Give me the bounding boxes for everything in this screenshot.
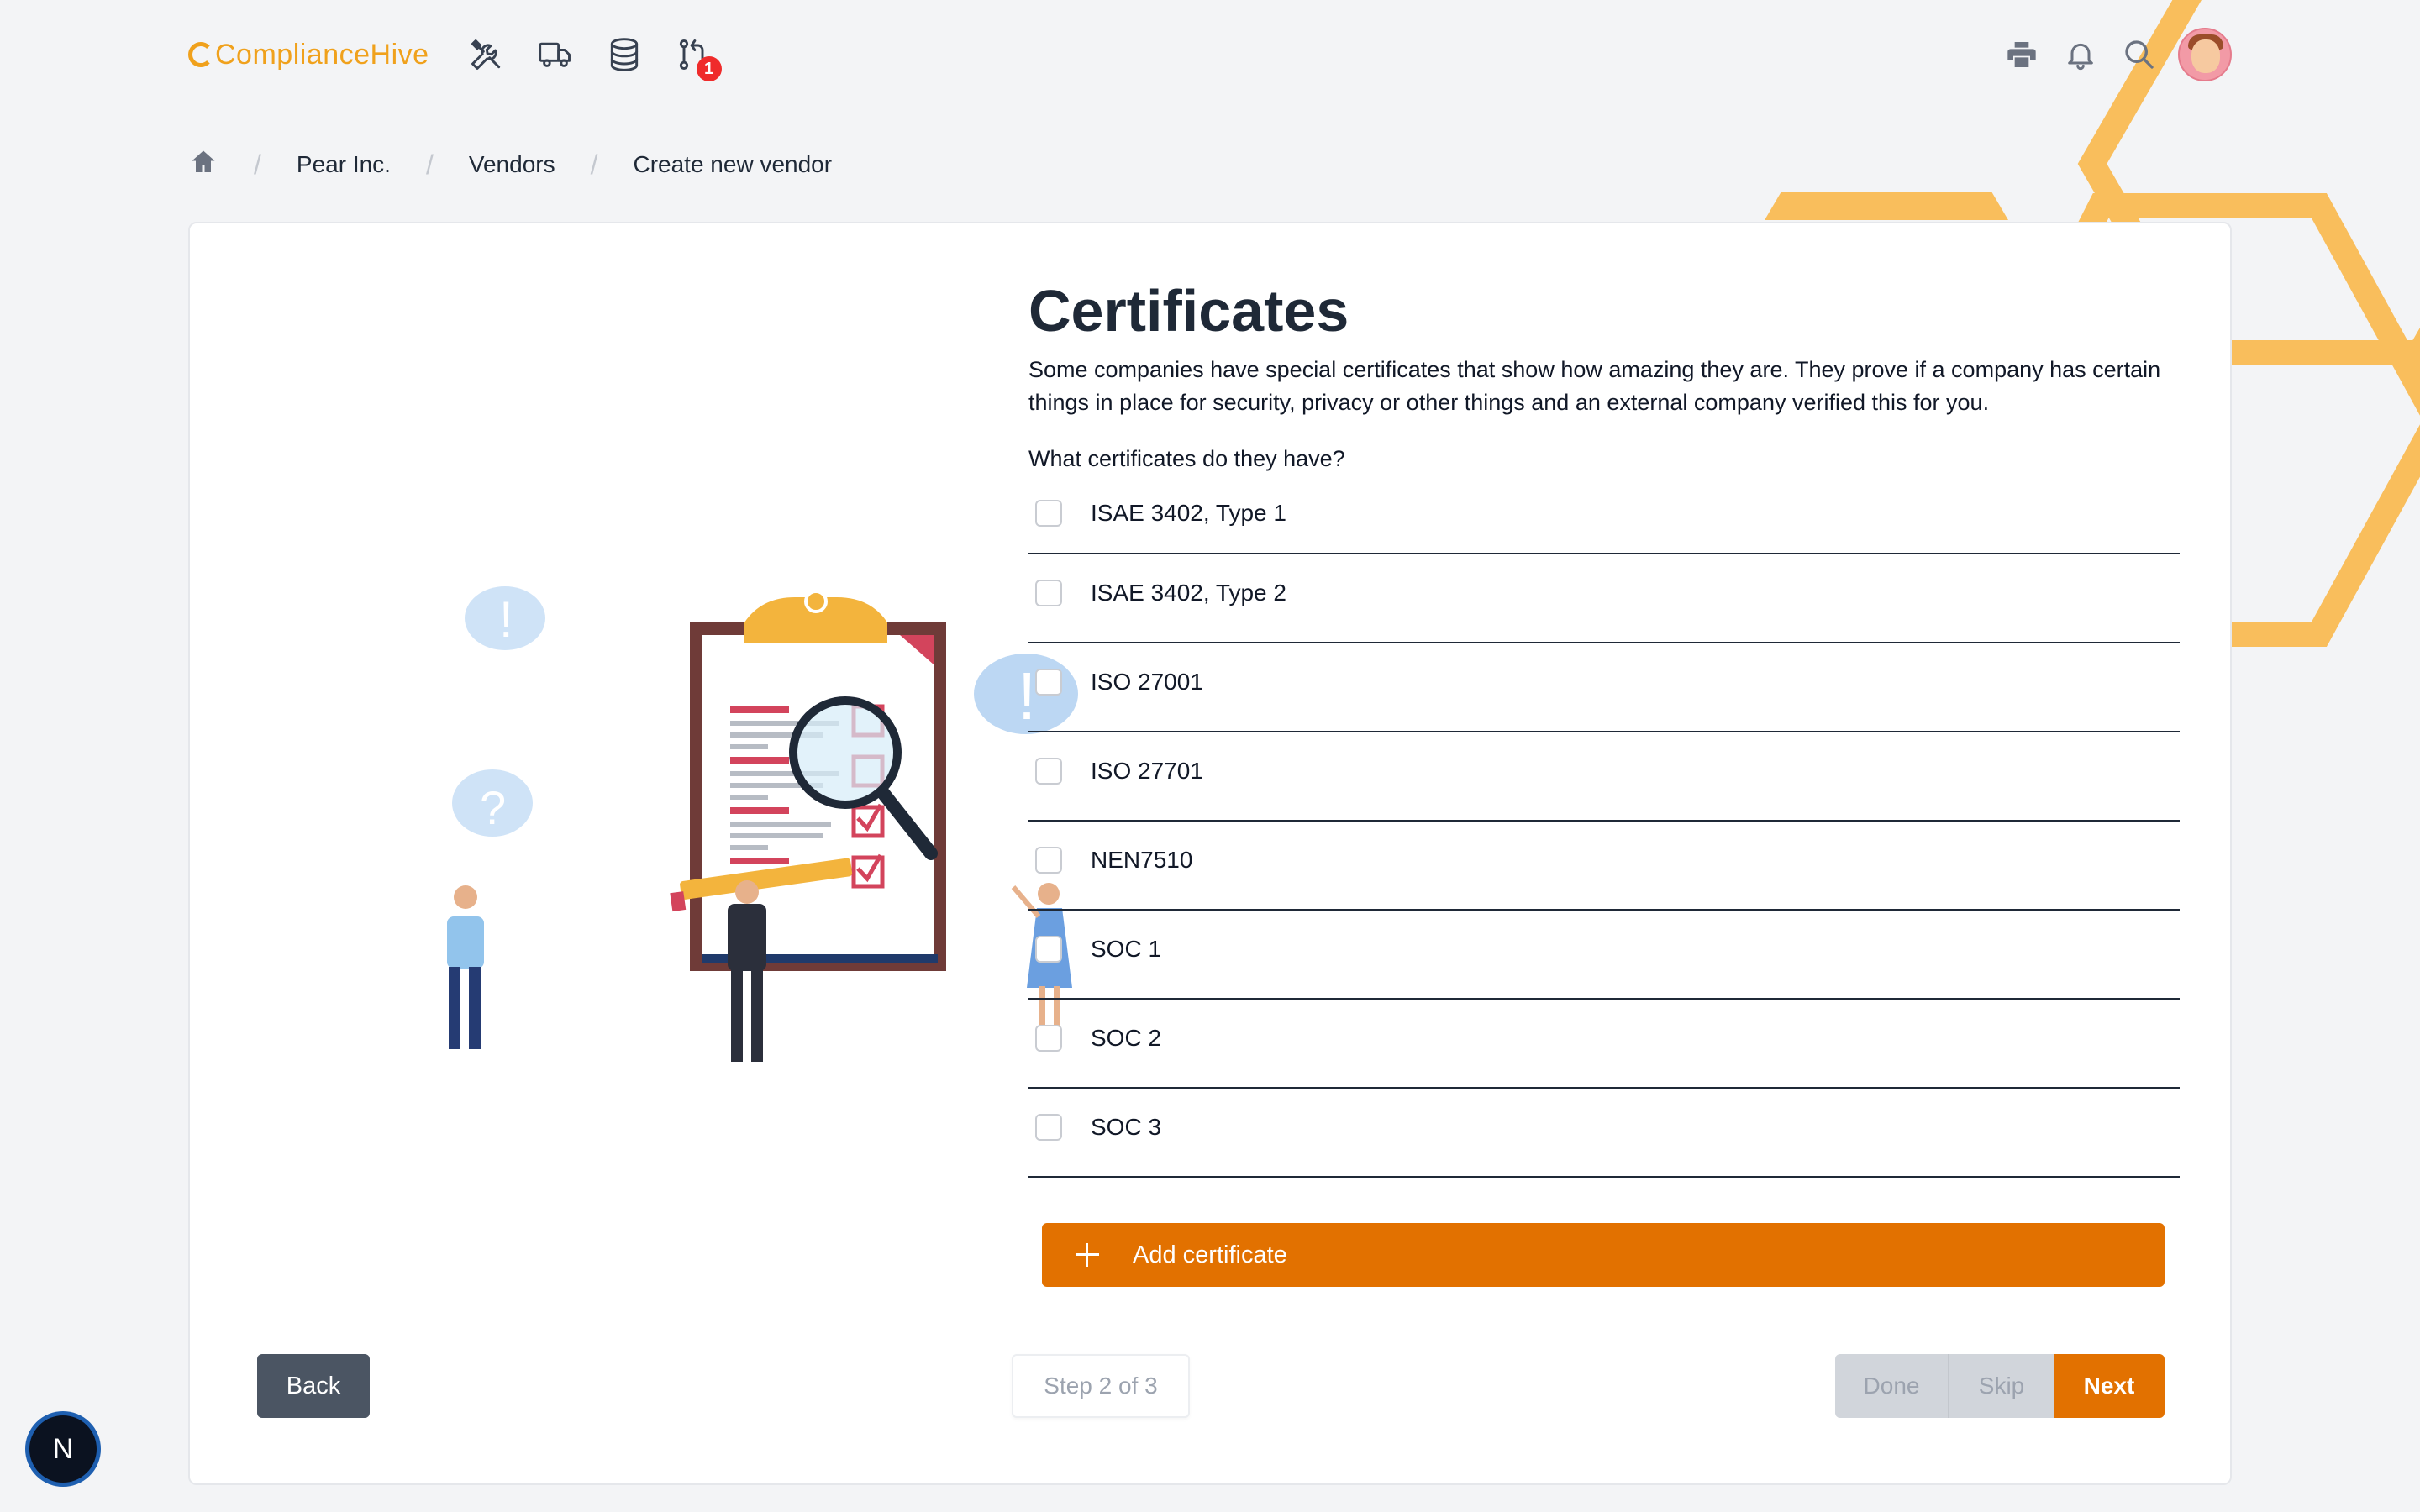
top-navigation: ComplianceHive 1 bbox=[188, 28, 2232, 81]
printer-icon[interactable] bbox=[2002, 34, 2042, 75]
plus-icon bbox=[1076, 1243, 1099, 1267]
home-icon[interactable] bbox=[188, 147, 218, 183]
certificate-list: ISAE 3402, Type 1 ISAE 3402, Type 2 ISO … bbox=[1028, 484, 2180, 1178]
certificate-checkbox[interactable] bbox=[1035, 580, 1062, 606]
certificate-option-iso-27001[interactable]: ISO 27001 bbox=[1028, 643, 2180, 732]
main-nav-icons: 1 bbox=[466, 34, 722, 81]
notification-badge: 1 bbox=[696, 56, 722, 81]
svg-text:?: ? bbox=[480, 781, 506, 834]
utility-icons bbox=[2002, 28, 2232, 81]
tools-icon[interactable] bbox=[466, 34, 507, 75]
certificate-label: SOC 1 bbox=[1091, 936, 1162, 962]
certificate-checkbox[interactable] bbox=[1035, 758, 1062, 785]
truck-icon[interactable] bbox=[535, 34, 576, 75]
add-certificate-button[interactable]: Add certificate bbox=[1042, 1223, 2165, 1287]
certificate-checkbox[interactable] bbox=[1035, 1114, 1062, 1141]
wizard-actions: Done Skip Next bbox=[1835, 1354, 2165, 1418]
certificate-checkbox[interactable] bbox=[1035, 847, 1062, 874]
certificate-option-soc-3[interactable]: SOC 3 bbox=[1028, 1089, 2180, 1178]
user-avatar[interactable] bbox=[2178, 28, 2232, 81]
done-button[interactable]: Done bbox=[1835, 1354, 1949, 1418]
page-title: Certificates bbox=[1028, 278, 1349, 344]
page: ComplianceHive 1 / Pear Inc. / Vendors /… bbox=[0, 0, 2420, 1512]
breadcrumb-current: Create new vendor bbox=[633, 151, 833, 177]
certificate-option-soc-1[interactable]: SOC 1 bbox=[1028, 911, 2180, 1000]
checklist-illustration: ! ! ? bbox=[447, 586, 1078, 1062]
breadcrumb: / Pear Inc. / Vendors / Create new vendo… bbox=[188, 144, 832, 185]
breadcrumb-separator: / bbox=[425, 149, 434, 180]
certificates-form: Certificates Some companies have special… bbox=[1028, 279, 2180, 1178]
certificate-label: NEN7510 bbox=[1091, 847, 1193, 873]
skip-button[interactable]: Skip bbox=[1949, 1354, 2054, 1418]
certificate-option-nen7510[interactable]: NEN7510 bbox=[1028, 822, 2180, 911]
step-indicator: Step 2 of 3 bbox=[1012, 1354, 1190, 1418]
logo-mark-icon bbox=[188, 42, 213, 67]
dev-tools-button[interactable]: N bbox=[25, 1411, 101, 1487]
certificate-label: ISAE 3402, Type 2 bbox=[1091, 580, 1286, 606]
svg-text:!: ! bbox=[499, 591, 513, 648]
certificate-option-iso-27701[interactable]: ISO 27701 bbox=[1028, 732, 2180, 822]
page-description: Some companies have special certificates… bbox=[1028, 357, 2161, 415]
certificate-label: SOC 3 bbox=[1091, 1114, 1162, 1140]
back-button[interactable]: Back bbox=[257, 1354, 370, 1418]
next-button[interactable]: Next bbox=[2054, 1354, 2165, 1418]
breadcrumb-vendors[interactable]: Vendors bbox=[469, 151, 555, 178]
search-icon[interactable] bbox=[2119, 34, 2160, 75]
certificate-label: ISAE 3402, Type 1 bbox=[1091, 500, 1286, 526]
wizard-card: ! ! ? Certificates Some companies have s… bbox=[188, 222, 2232, 1485]
certificate-checkbox[interactable] bbox=[1035, 936, 1062, 963]
bell-icon[interactable] bbox=[2060, 34, 2101, 75]
database-icon[interactable] bbox=[604, 34, 644, 75]
brand-name: ComplianceHive bbox=[215, 38, 429, 71]
certificate-label: SOC 2 bbox=[1091, 1025, 1162, 1051]
breadcrumb-separator: / bbox=[590, 149, 598, 180]
certificate-label: ISO 27001 bbox=[1091, 669, 1203, 695]
breadcrumb-separator: / bbox=[254, 149, 261, 180]
breadcrumb-organization[interactable]: Pear Inc. bbox=[297, 151, 391, 178]
form-question: What certificates do they have? bbox=[1028, 446, 1345, 471]
add-certificate-label: Add certificate bbox=[1133, 1241, 1287, 1268]
certificate-checkbox[interactable] bbox=[1035, 500, 1062, 527]
certificate-option-isae-3402-type-2[interactable]: ISAE 3402, Type 2 bbox=[1028, 554, 2180, 643]
brand-logo[interactable]: ComplianceHive bbox=[188, 39, 429, 71]
certificate-option-isae-3402-type-1[interactable]: ISAE 3402, Type 1 bbox=[1028, 484, 2180, 554]
certificate-option-soc-2[interactable]: SOC 2 bbox=[1028, 1000, 2180, 1089]
git-pull-request-icon[interactable]: 1 bbox=[673, 34, 722, 81]
certificate-label: ISO 27701 bbox=[1091, 758, 1203, 784]
certificate-checkbox[interactable] bbox=[1035, 669, 1062, 696]
certificate-checkbox[interactable] bbox=[1035, 1025, 1062, 1052]
